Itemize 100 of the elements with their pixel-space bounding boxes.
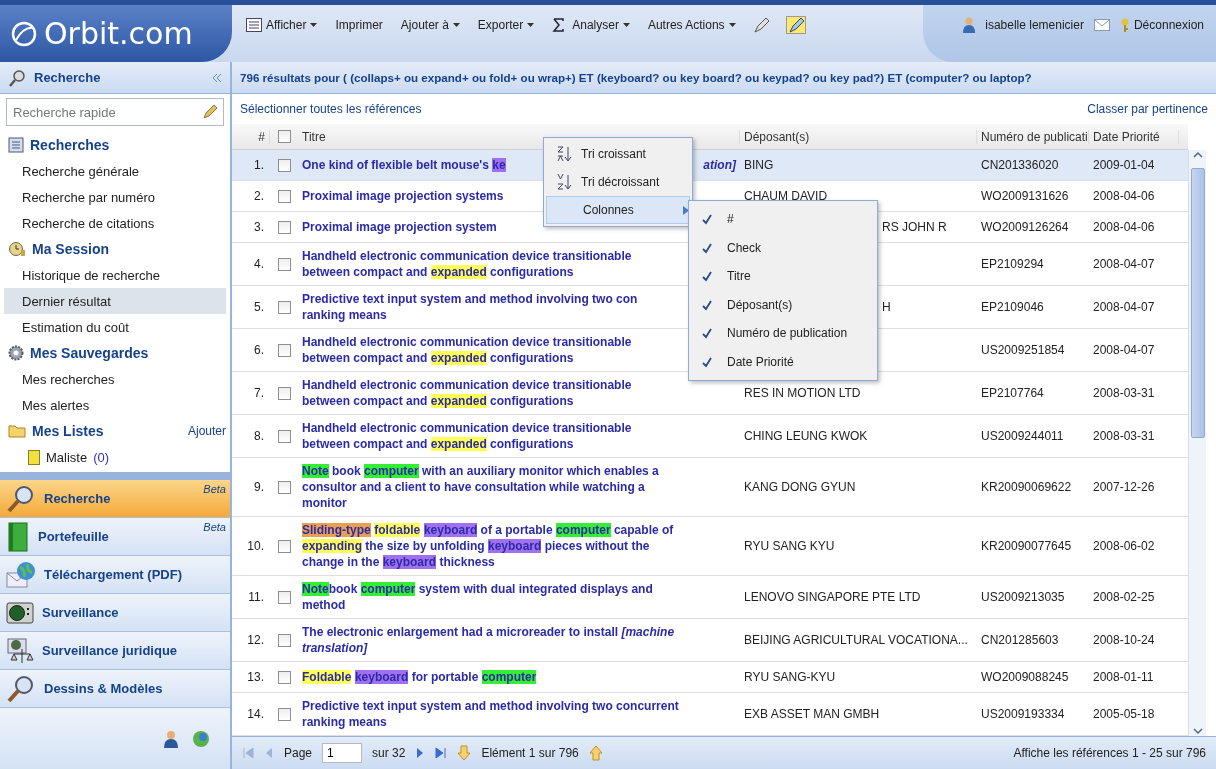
nav-item[interactable]: Mes recherches (4, 366, 226, 392)
title-link[interactable]: between compact and expanded configurations (302, 350, 574, 366)
title-link[interactable]: One kind of flexible belt mouse's ke (302, 157, 506, 173)
scroll-down-icon[interactable] (1191, 726, 1204, 736)
module-tab[interactable]: Dessins & Modèles (0, 670, 230, 708)
menu-item[interactable]: Titre (691, 262, 875, 291)
nav-item[interactable]: Dernier résultat (4, 288, 226, 314)
checkbox[interactable] (277, 590, 291, 604)
title-link[interactable]: change in the keyboard thickness (302, 554, 495, 570)
title-link[interactable]: between compact and expanded configurations (302, 264, 574, 280)
publication-cell-text: CN201336020 (980, 158, 1060, 172)
down-arrow-icon[interactable] (457, 745, 472, 761)
mail-icon[interactable] (1093, 18, 1110, 31)
module-tab[interactable]: Téléchargement (PDF) (0, 556, 230, 594)
checkbox[interactable] (277, 670, 291, 684)
sort-link[interactable]: Classer par pertinence (1087, 102, 1208, 116)
logout-link[interactable]: Déconnexion (1119, 17, 1204, 32)
section-heading: Mes Sauvegardes (30, 345, 150, 361)
module-tab[interactable]: Surveillance (0, 594, 230, 632)
toolbar-button[interactable]: Imprimer (333, 15, 385, 34)
checkbox[interactable] (277, 158, 291, 172)
title-link[interactable]: between compact and expanded configurations (302, 393, 574, 409)
checkbox[interactable] (277, 633, 291, 647)
checkbox[interactable] (277, 220, 291, 234)
scroll-thumb[interactable] (1190, 168, 1205, 438)
nav-item[interactable]: Recherche de citations (4, 210, 226, 236)
nav-item[interactable]: Mes alertes (4, 392, 226, 418)
menu-item[interactable]: Numéro de publication (691, 319, 875, 348)
checkbox[interactable] (277, 343, 291, 357)
menu-item[interactable]: Déposant(s) (691, 290, 875, 319)
magnifier-icon (8, 68, 26, 87)
checkbox[interactable] (277, 429, 291, 443)
title-link[interactable]: ranking means (302, 714, 387, 730)
title-link[interactable]: ranking means (302, 307, 387, 323)
publication-cell-text: WO2009131626 (980, 189, 1070, 203)
column-header[interactable]: Déposant(s) (740, 129, 977, 144)
checkbox[interactable] (277, 257, 291, 271)
highlighter-button[interactable] (751, 15, 772, 34)
select-all-link[interactable]: Sélectionner toutes les références (240, 102, 422, 116)
publication-cell-text: US2009244011 (980, 429, 1065, 443)
checkbox[interactable] (277, 130, 291, 143)
nav-item[interactable]: Recherche générale (4, 158, 226, 184)
toolbar-button[interactable]: Afficher (244, 15, 320, 34)
module-tab[interactable]: Recherche Beta (0, 480, 230, 518)
depositor-cell-text: RES IN MOTION LTD (743, 386, 862, 400)
checkbox[interactable] (277, 189, 291, 203)
column-header[interactable]: Numéro de publicati (977, 129, 1089, 144)
search-field[interactable]: Recherche rapide (6, 98, 224, 126)
title-link[interactable]: Proximal image projection systems (302, 188, 504, 204)
column-header[interactable]: Date Priorité (1089, 129, 1179, 144)
collapse-icon[interactable] (212, 73, 222, 82)
toolbar-button[interactable]: Autres Actions (645, 15, 738, 34)
toolbar-button[interactable]: Analyser (550, 15, 632, 34)
date-cell-text: 2005-05-18 (1092, 707, 1156, 721)
book-icon (6, 521, 30, 552)
nav-item[interactable]: Recherche par numéro (4, 184, 226, 210)
up-arrow-icon[interactable] (588, 745, 603, 761)
title-link[interactable]: The electronic enlargement had a microreader to install [machine (302, 624, 675, 640)
title-link[interactable]: consultor and a client to have consultation while watching a (302, 479, 645, 495)
toolbar-button[interactable]: Ajouter à (398, 15, 462, 34)
title-link[interactable]: Predictive text input system and method involving two con (302, 291, 638, 307)
row-number: 10. (246, 539, 265, 553)
scroll-up-icon[interactable] (1191, 150, 1204, 160)
previous-page-icon[interactable] (264, 746, 274, 760)
checkbox[interactable] (277, 707, 291, 721)
menu-item[interactable]: Check (691, 233, 875, 262)
title-link[interactable]: Proximal image projection system (302, 219, 497, 235)
menu-item[interactable]: Colonnes (546, 196, 690, 224)
last-page-icon[interactable] (435, 746, 448, 760)
title-link[interactable]: monitor (302, 495, 347, 511)
title-link[interactable]: Handheld electronic communication device transitionable (302, 334, 632, 350)
magnifier-icon (6, 674, 36, 703)
user-icon[interactable] (164, 729, 178, 748)
toolbar-button[interactable]: Exporter (475, 15, 537, 34)
title-link[interactable]: Handheld electronic communication device transitionable (302, 420, 632, 436)
first-page-icon[interactable] (242, 746, 254, 760)
page-input[interactable]: 1 (322, 743, 363, 763)
nav-item[interactable]: Estimation du coût (4, 314, 226, 340)
column-header[interactable]: # (232, 129, 270, 144)
module-tab[interactable]: Portefeuille Beta (0, 518, 230, 556)
title-link[interactable]: method (302, 597, 346, 613)
title-link[interactable]: Predictive text input system and method involving two concurrent (302, 698, 679, 714)
highlighter-button[interactable] (785, 15, 806, 34)
nav-item[interactable]: Historique de recherche (4, 262, 226, 288)
title-link[interactable]: Handheld electronic communication device transitionable (302, 248, 632, 264)
title-link[interactable]: Note book computer with an auxiliary monitor which enables a (302, 463, 659, 479)
title-link[interactable]: translation] (302, 640, 368, 656)
checkmark-icon (701, 213, 713, 226)
title-link[interactable]: Sliding-type foldable keyboard of a portable computer capable of (302, 522, 674, 538)
title-link[interactable]: expanding the size by unfolding keyboard pieces without the (302, 538, 650, 554)
add-link[interactable]: Ajouter (187, 424, 226, 438)
module-tab[interactable]: Surveillance juridique (0, 632, 230, 670)
checkbox[interactable] (277, 386, 291, 400)
list-item[interactable]: Maliste (0) (4, 444, 226, 470)
title-link[interactable]: between compact and expanded configurations (302, 436, 574, 452)
title-link[interactable]: Handheld electronic communication device transitionable (302, 377, 632, 393)
checkbox[interactable] (277, 300, 291, 314)
checkbox[interactable] (277, 480, 291, 494)
checkbox[interactable] (277, 539, 291, 553)
list-count: (0) (93, 449, 110, 465)
